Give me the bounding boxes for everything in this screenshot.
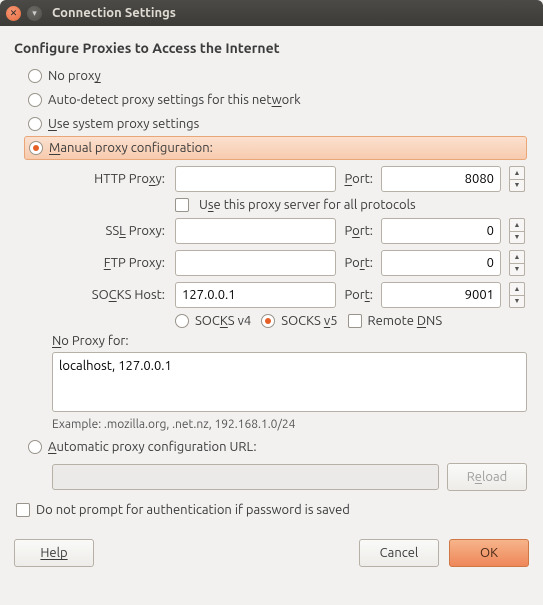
radio-icon — [28, 93, 42, 107]
window-titlebar: ✕ ▾ Connection Settings — [0, 0, 543, 26]
http-port-label: Port: — [344, 172, 373, 186]
spinner-down-icon[interactable]: ▼ — [509, 179, 525, 193]
minimize-icon[interactable]: ▾ — [27, 6, 42, 21]
no-proxy-for-label: No Proxy for: — [52, 334, 527, 348]
socks-port-label: Port: — [344, 288, 373, 302]
spinner-down-icon[interactable]: ▼ — [509, 231, 525, 245]
ssl-proxy-label: SSL Proxy: — [52, 224, 167, 238]
socks-host-input[interactable] — [175, 282, 336, 308]
radio-icon — [29, 141, 43, 155]
spinner-up-icon[interactable]: ▲ — [509, 282, 525, 295]
radio-socks-v4[interactable]: SOCKS v4 — [175, 314, 251, 328]
radio-label: SOCKS v5 — [281, 314, 337, 328]
ssl-port-spinner[interactable]: ▲▼ — [509, 218, 525, 244]
help-button[interactable]: Help — [14, 539, 94, 567]
radio-label: SOCKS v4 — [195, 314, 251, 328]
radio-label: Manual proxy configuration: — [49, 141, 213, 155]
radio-label: Use system proxy settings — [48, 117, 199, 131]
spinner-down-icon[interactable]: ▼ — [509, 295, 525, 309]
radio-system-proxy[interactable]: Use system proxy settings — [14, 112, 529, 136]
spinner-up-icon[interactable]: ▲ — [509, 250, 525, 263]
no-proxy-for-input[interactable] — [52, 352, 527, 412]
use-for-all-label: Use this proxy server for all protocols — [199, 198, 416, 212]
remote-dns-label: Remote DNS — [368, 314, 443, 328]
cancel-button[interactable]: Cancel — [359, 539, 439, 567]
no-auth-prompt-row[interactable]: Do not prompt for authentication if pass… — [16, 503, 529, 517]
ssl-proxy-input[interactable] — [175, 218, 336, 244]
radio-label: Auto-detect proxy settings for this netw… — [48, 93, 301, 107]
no-auth-prompt-label: Do not prompt for authentication if pass… — [36, 503, 350, 517]
window-title: Connection Settings — [52, 6, 176, 20]
radio-icon — [28, 117, 42, 131]
radio-icon — [28, 440, 42, 454]
page-heading: Configure Proxies to Access the Internet — [14, 40, 529, 56]
remote-dns-checkbox[interactable] — [348, 314, 362, 328]
radio-socks-v5[interactable]: SOCKS v5 — [261, 314, 337, 328]
radio-icon — [28, 69, 42, 83]
radio-auto-detect[interactable]: Auto-detect proxy settings for this netw… — [14, 88, 529, 112]
http-proxy-input[interactable] — [175, 166, 336, 192]
spinner-up-icon[interactable]: ▲ — [509, 218, 525, 231]
socks-port-spinner[interactable]: ▲▼ — [509, 282, 525, 308]
http-port-spinner[interactable]: ▲▼ — [509, 166, 525, 192]
radio-icon — [175, 314, 189, 328]
ok-button[interactable]: OK — [449, 539, 529, 567]
radio-manual-proxy[interactable]: Manual proxy configuration: — [24, 136, 527, 160]
radio-label: No proxy — [48, 69, 101, 83]
ssl-port-label: Port: — [344, 224, 373, 238]
use-for-all-row[interactable]: Use this proxy server for all protocols — [175, 198, 527, 212]
socks-host-label: SOCKS Host: — [52, 288, 167, 302]
ftp-port-label: Port: — [344, 256, 373, 270]
ssl-port-input[interactable] — [381, 218, 501, 244]
radio-label: Automatic proxy configuration URL: — [48, 440, 257, 454]
ftp-port-spinner[interactable]: ▲▼ — [509, 250, 525, 276]
radio-no-proxy[interactable]: No proxy — [14, 64, 529, 88]
radio-icon — [261, 314, 275, 328]
ftp-port-input[interactable] — [381, 250, 501, 276]
reload-button: Reload — [447, 463, 527, 491]
socks-port-input[interactable] — [381, 282, 501, 308]
no-auth-prompt-checkbox[interactable] — [16, 503, 30, 517]
no-proxy-example: Example: .mozilla.org, .net.nz, 192.168.… — [52, 418, 527, 431]
http-proxy-label: HTTP Proxy: — [52, 172, 167, 186]
remote-dns-checkbox-row[interactable]: Remote DNS — [348, 314, 443, 328]
ftp-proxy-label: FTP Proxy: — [52, 256, 167, 270]
close-icon[interactable]: ✕ — [6, 6, 21, 21]
use-for-all-checkbox[interactable] — [175, 198, 189, 212]
spinner-down-icon[interactable]: ▼ — [509, 263, 525, 277]
ftp-proxy-input[interactable] — [175, 250, 336, 276]
radio-auto-config-url[interactable]: Automatic proxy configuration URL: — [14, 435, 529, 459]
auto-config-url-input — [52, 464, 439, 490]
http-port-input[interactable] — [381, 166, 501, 192]
spinner-up-icon[interactable]: ▲ — [509, 166, 525, 179]
